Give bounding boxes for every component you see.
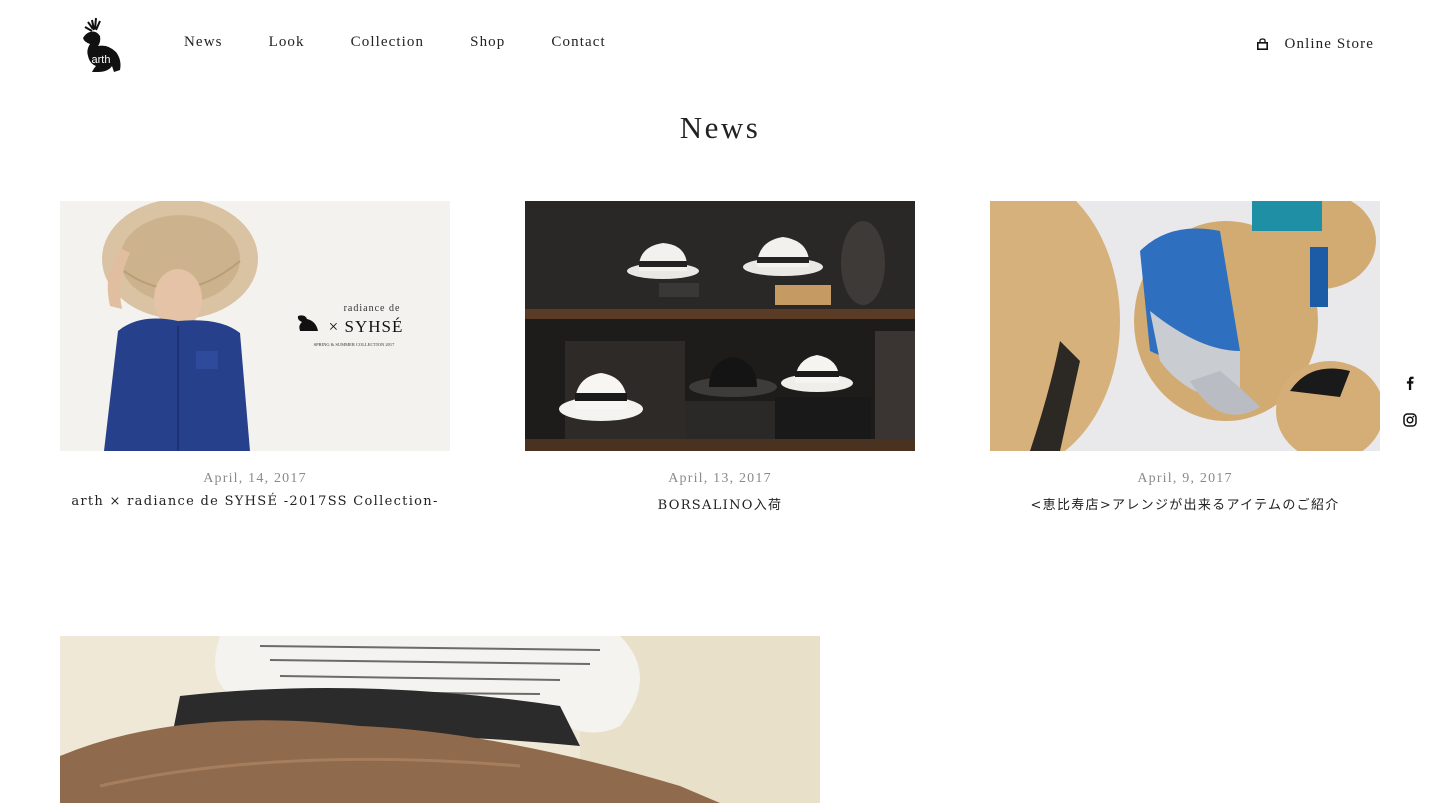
nav-news[interactable]: News <box>184 34 223 51</box>
nav-contact[interactable]: Contact <box>551 34 605 51</box>
online-store-link[interactable]: Online Store <box>1256 36 1374 53</box>
facebook-icon[interactable] <box>1402 375 1418 391</box>
article-image <box>990 201 1380 451</box>
main-nav: News Look Collection Shop Contact <box>184 34 652 51</box>
image-caption: SPRING & SUMMER COLLECTION 2017 <box>314 342 396 347</box>
news-card[interactable]: April, 9, 2017 <恵比寿店>アレンジが出来るアイテムのご紹介 <box>990 201 1380 513</box>
shopping-bag-icon <box>1256 38 1268 50</box>
news-card[interactable]: April, 13, 2017 BORSALINO入荷 <box>525 201 915 513</box>
article-date: April, 14, 2017 <box>203 471 307 486</box>
image-brand: × SYHSÉ <box>329 317 404 336</box>
image-subtitle: radiance de <box>344 303 401 314</box>
article-image <box>525 201 915 451</box>
nav-shop[interactable]: Shop <box>470 34 505 51</box>
feature-image[interactable] <box>60 636 820 803</box>
online-store-label: Online Store <box>1284 36 1374 52</box>
article-date: April, 9, 2017 <box>1137 471 1233 486</box>
instagram-icon[interactable] <box>1402 412 1418 428</box>
news-card[interactable]: radiance de × SYHSÉ SPRING & SUMMER COLL… <box>60 201 450 509</box>
arth-logo[interactable]: arth <box>74 16 124 74</box>
page-title: News <box>679 110 761 145</box>
article-title[interactable]: BORSALINO入荷 <box>525 494 915 513</box>
article-date: April, 13, 2017 <box>668 471 772 486</box>
article-title[interactable]: <恵比寿店>アレンジが出来るアイテムのご紹介 <box>990 494 1380 513</box>
article-title[interactable]: arth × radiance de SYHSÉ -2017SS Collect… <box>60 494 450 509</box>
jackalope-logo-icon: arth <box>83 17 121 72</box>
nav-look[interactable]: Look <box>269 34 305 51</box>
article-image: radiance de × SYHSÉ SPRING & SUMMER COLL… <box>60 201 450 451</box>
svg-text:arth: arth <box>92 54 111 66</box>
nav-collection[interactable]: Collection <box>351 34 425 51</box>
